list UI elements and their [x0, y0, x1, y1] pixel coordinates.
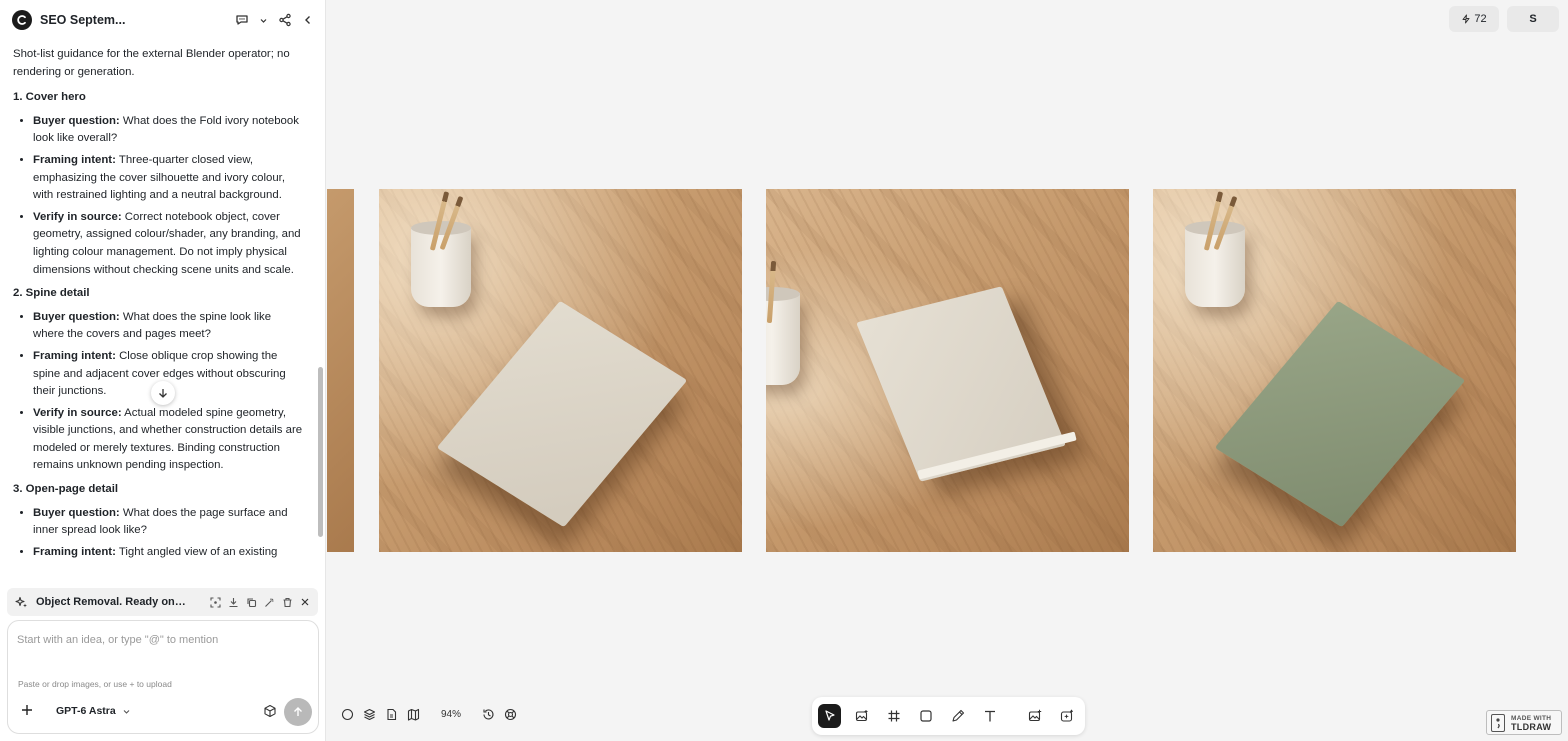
magic-wand-icon[interactable]: [264, 597, 275, 608]
section-list: Buyer question: What does the page surfa…: [13, 505, 305, 562]
list-item: Framing intent: Three-quarter closed vie…: [33, 152, 305, 205]
text-icon: [985, 710, 996, 722]
image-sparkle-icon: [855, 710, 868, 722]
image-add-icon: [1029, 709, 1042, 722]
tldraw-logo-icon: [1491, 713, 1505, 732]
select-tool[interactable]: [818, 704, 842, 728]
canvas-controls: 94%: [341, 708, 517, 721]
list-item: Buyer question: What does the spine look…: [33, 309, 305, 344]
frame-tool[interactable]: [882, 704, 905, 728]
map-icon[interactable]: [407, 708, 420, 721]
sparkles-icon: [15, 596, 28, 609]
section-list: Buyer question: What does the Fold ivory…: [13, 113, 305, 279]
chat-history-icon[interactable]: [235, 13, 249, 27]
help-icon[interactable]: [504, 708, 517, 721]
made-with-tldraw-badge[interactable]: MADE WITH TLDRAW: [1486, 710, 1562, 735]
page-icon[interactable]: [385, 708, 398, 721]
pencil-tool[interactable]: [947, 704, 970, 728]
arrow-down-icon: [159, 389, 167, 398]
download-icon[interactable]: [228, 597, 239, 608]
chat-sidebar: SEO Septem... Shot-list guidance for the…: [0, 0, 326, 741]
app-logo-icon[interactable]: [12, 10, 32, 30]
intro-text: Shot-list guidance for the external Blen…: [13, 48, 290, 78]
prompt-input[interactable]: [17, 629, 307, 651]
3d-cube-icon[interactable]: [263, 704, 277, 718]
canvas-area[interactable]: 72 S 94% MADE WITH TLDRAW: [327, 0, 1568, 741]
chevron-down-icon: [123, 709, 130, 714]
badge-line-2: TLDRAW: [1511, 721, 1552, 732]
user-avatar[interactable]: S: [1507, 6, 1559, 32]
drawing-toolbar: [812, 697, 1085, 735]
send-button[interactable]: [284, 698, 312, 726]
ai-edit-tool[interactable]: [1056, 704, 1079, 728]
image-gen-tool[interactable]: [850, 704, 873, 728]
cursor-icon: [824, 710, 835, 721]
rectangle-tool[interactable]: [914, 704, 937, 728]
attachment-chip[interactable]: Object Removal. Ready on c...: [7, 588, 318, 616]
sparkle-square-icon: [1061, 709, 1074, 722]
zoom-level[interactable]: 94%: [441, 709, 461, 720]
model-select[interactable]: GPT-6 Astra: [56, 705, 131, 717]
chat-composer: Paste or drop images, or use + to upload…: [7, 620, 319, 734]
section-heading: 1. Cover hero: [13, 91, 86, 104]
sidebar-header: SEO Septem...: [0, 0, 326, 40]
section-heading: 2. Spine detail: [13, 287, 90, 300]
list-item: Buyer question: What does the Fold ivory…: [33, 113, 305, 148]
focus-icon[interactable]: [210, 596, 221, 608]
list-item: Framing intent: Tight angled view of an …: [33, 544, 305, 562]
rectangle-icon: [920, 710, 932, 722]
chat-message-content: Shot-list guidance for the external Blen…: [0, 40, 318, 584]
share-icon[interactable]: [278, 13, 292, 27]
circle-icon[interactable]: [341, 708, 354, 721]
model-name: GPT-6 Astra: [56, 705, 116, 717]
trash-icon[interactable]: [282, 597, 293, 608]
bolt-icon: [1462, 14, 1470, 24]
image-upload-tool[interactable]: [1024, 704, 1047, 728]
plus-icon: [22, 705, 32, 715]
chevron-down-icon[interactable]: [259, 16, 268, 25]
credits-badge[interactable]: 72: [1449, 6, 1499, 32]
list-item: Buyer question: What does the page surfa…: [33, 505, 305, 540]
add-attachment-button[interactable]: [20, 703, 34, 717]
canvas-image-ivory-spine[interactable]: [766, 189, 1129, 552]
close-icon[interactable]: [300, 597, 310, 608]
text-tool[interactable]: [979, 704, 1002, 728]
history-icon[interactable]: [482, 708, 495, 721]
pencil-icon: [952, 709, 965, 722]
credits-count: 72: [1474, 13, 1487, 25]
collapse-sidebar-icon[interactable]: [302, 14, 314, 26]
canvas-image-sage-three-quarter[interactable]: [1153, 189, 1516, 552]
arrow-up-icon: [294, 707, 302, 716]
list-item: Verify in source: Correct notebook objec…: [33, 209, 305, 279]
canvas-image-ivory-three-quarter[interactable]: [379, 189, 742, 552]
upload-hint: Paste or drop images, or use + to upload: [18, 679, 172, 689]
section-heading: 3. Open-page detail: [13, 483, 119, 496]
list-item: Verify in source: Actual modeled spine g…: [33, 405, 305, 475]
layers-icon[interactable]: [363, 708, 376, 721]
scroll-to-bottom-button[interactable]: [151, 381, 175, 405]
project-title[interactable]: SEO Septem...: [40, 13, 160, 27]
sidebar-scrollbar[interactable]: [318, 367, 323, 537]
copy-icon[interactable]: [246, 597, 257, 608]
canvas-image-partial[interactable]: [327, 189, 354, 552]
hash-frame-icon: [888, 710, 900, 722]
attachment-label: Object Removal. Ready on c...: [36, 596, 186, 608]
